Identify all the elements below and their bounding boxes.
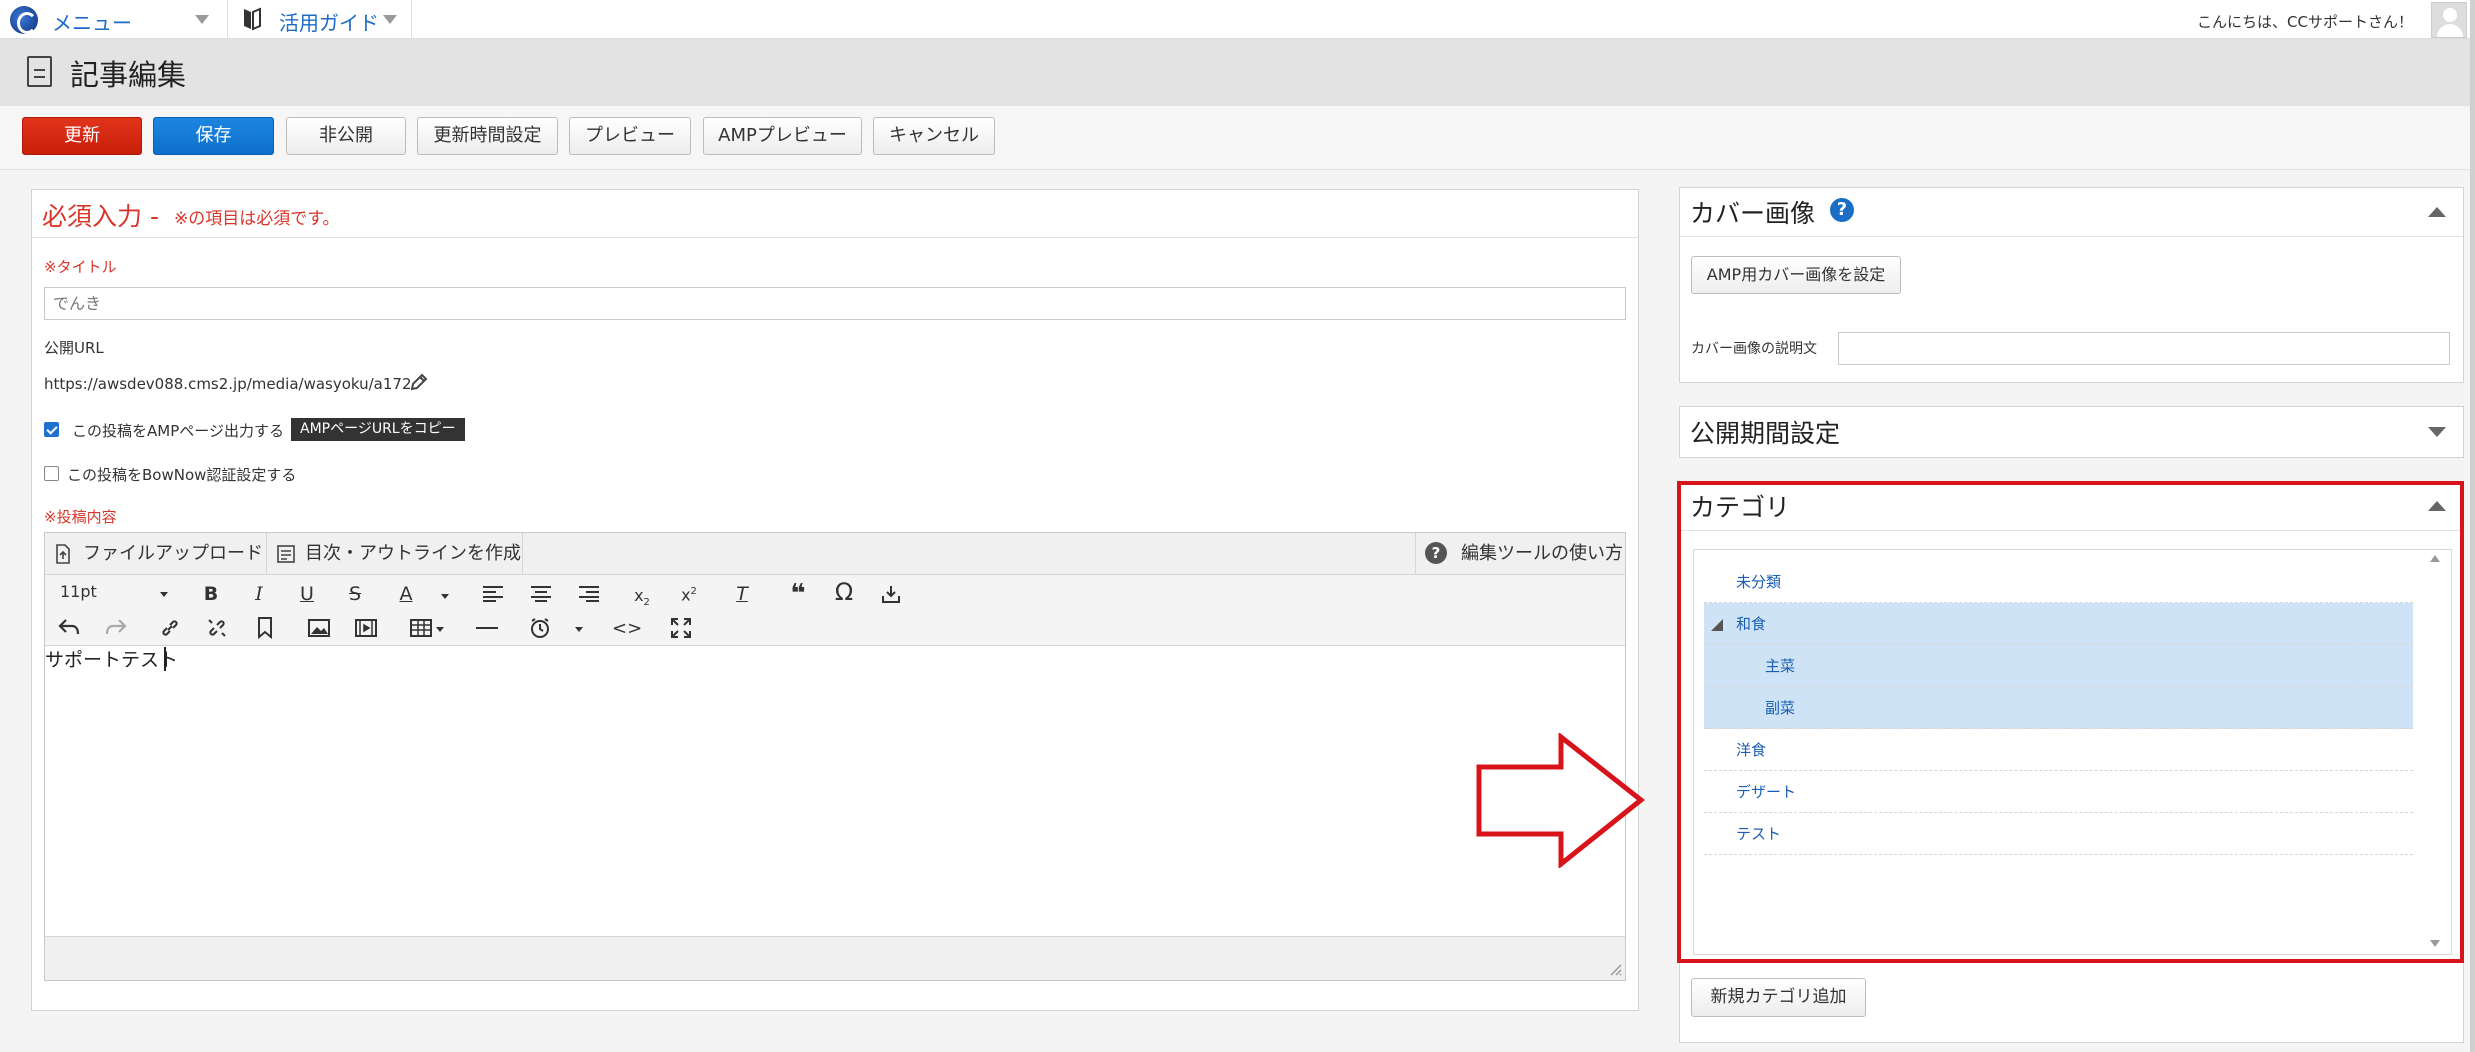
source-code-icon[interactable]: <>	[612, 615, 642, 643]
fullscreen-icon[interactable]	[670, 617, 692, 639]
insert-time-icon[interactable]	[529, 617, 551, 639]
user-avatar[interactable]	[2431, 2, 2467, 38]
text-cursor	[164, 647, 166, 671]
amp-preview-button[interactable]: AMPプレビュー	[703, 117, 862, 155]
special-character-icon[interactable]: Ω	[829, 578, 859, 606]
guide-link[interactable]: 活用ガイド	[279, 7, 379, 36]
insert-image-icon[interactable]	[308, 619, 330, 637]
file-upload-icon	[56, 544, 70, 564]
menu-link[interactable]: メニュー	[52, 7, 132, 36]
preview-button[interactable]: プレビュー	[569, 117, 691, 155]
guide-book-icon	[244, 7, 261, 31]
guide-dropdown-caret-icon[interactable]	[383, 15, 397, 24]
save-button[interactable]: 保存	[153, 117, 274, 155]
superscript-icon[interactable]: x2	[674, 578, 704, 606]
link-icon[interactable]	[160, 618, 180, 638]
publish-period-expand-icon[interactable]	[2428, 427, 2446, 437]
add-category-button[interactable]: 新規カテゴリ追加	[1691, 978, 1866, 1017]
blockquote-icon[interactable]: ❝	[783, 580, 813, 608]
strikethrough-icon[interactable]: S	[340, 580, 370, 608]
cover-description-label: カバー画像の説明文	[1691, 341, 1817, 357]
cover-image-title: カバー画像	[1690, 199, 1816, 228]
cover-description-input[interactable]	[1838, 332, 2450, 365]
title-input[interactable]: でんき	[44, 287, 1626, 320]
tab-create-outline-label: 目次・アウトラインを作成	[305, 543, 521, 564]
insert-media-icon[interactable]	[355, 619, 377, 637]
bownow-auth-label: この投稿をBowNow認証設定する	[67, 466, 297, 484]
font-size-caret-icon[interactable]	[160, 592, 168, 597]
resize-handle-icon[interactable]	[1608, 962, 1622, 976]
document-icon	[27, 56, 52, 87]
pointer-arrow-icon	[1476, 733, 1645, 868]
unpublish-button[interactable]: 非公開	[286, 117, 406, 155]
cover-collapse-icon[interactable]	[2428, 207, 2446, 217]
outline-icon	[277, 545, 295, 563]
publish-period-title: 公開期間設定	[1690, 419, 1841, 448]
time-caret-icon[interactable]	[575, 627, 583, 632]
cover-help-icon[interactable]: ?	[1830, 198, 1854, 222]
help-question-icon: ?	[1425, 542, 1447, 564]
menu-dropdown-caret-icon[interactable]	[195, 15, 209, 24]
update-time-button[interactable]: 更新時間設定	[417, 117, 558, 155]
underline-icon[interactable]: U	[292, 580, 322, 608]
tab-file-upload-label: ファイルアップロード	[83, 543, 263, 564]
tab-file-upload[interactable]: ファイルアップロード	[45, 533, 267, 575]
subscript-icon[interactable]: x2	[627, 582, 657, 610]
editor-help-label: 編集ツールの使い方	[1461, 543, 1623, 564]
copy-amp-url-button[interactable]: AMPページURLをコピー	[291, 418, 465, 441]
bownow-auth-checkbox[interactable]	[44, 466, 59, 481]
text-color-icon[interactable]: A	[391, 580, 421, 608]
title-label: ※タイトル	[44, 258, 117, 276]
insert-download-icon[interactable]	[881, 584, 901, 604]
align-right-icon[interactable]	[578, 585, 600, 603]
text-color-caret-icon[interactable]	[441, 594, 449, 599]
font-size-select[interactable]: 11pt	[60, 582, 97, 601]
editor-status-bar	[45, 936, 1625, 980]
unlink-icon[interactable]	[207, 618, 227, 638]
nav-divider	[411, 0, 412, 39]
required-heading: 必須入力 -	[42, 202, 159, 231]
cancel-button[interactable]: キャンセル	[873, 117, 995, 155]
public-url-value: https://awsdev088.cms2.jp/media/wasyoku/…	[44, 375, 412, 393]
page-scrollbar[interactable]	[2470, 0, 2475, 1052]
insert-table-icon[interactable]	[410, 619, 432, 637]
highlight-box	[1677, 481, 2464, 963]
bold-icon[interactable]: B	[196, 580, 226, 608]
align-left-icon[interactable]	[482, 585, 504, 603]
cover-header-divider	[1680, 236, 2463, 237]
table-caret-icon[interactable]	[436, 627, 444, 632]
public-url-label: 公開URL	[44, 339, 104, 357]
tab-create-outline[interactable]: 目次・アウトラインを作成	[267, 533, 523, 575]
undo-icon[interactable]	[58, 617, 80, 637]
align-center-icon[interactable]	[530, 585, 552, 603]
editor-content[interactable]: サポートテスト	[45, 645, 178, 672]
amp-cover-image-button[interactable]: AMP用カバー画像を設定	[1691, 256, 1901, 294]
bookmark-icon[interactable]	[257, 617, 273, 639]
greeting-text: こんにちは、CCサポートさん！	[2197, 13, 2413, 31]
italic-icon[interactable]: I	[244, 580, 274, 608]
app-logo-icon[interactable]	[10, 6, 38, 34]
nav-divider	[227, 0, 228, 39]
redo-icon[interactable]	[105, 617, 127, 637]
content-label: ※投稿内容	[44, 508, 117, 526]
page-title-bar	[0, 39, 2470, 106]
amp-output-checkbox[interactable]	[44, 422, 59, 437]
page-title: 記事編集	[70, 58, 187, 92]
edit-url-pencil-icon[interactable]	[409, 372, 429, 392]
clear-format-icon[interactable]: T	[727, 580, 757, 608]
update-button[interactable]: 更新	[22, 117, 142, 155]
horizontal-rule-icon[interactable]	[476, 627, 498, 629]
required-note: ※の項目は必須です。	[174, 209, 340, 229]
amp-output-label: この投稿をAMPページ出力する	[72, 422, 284, 440]
